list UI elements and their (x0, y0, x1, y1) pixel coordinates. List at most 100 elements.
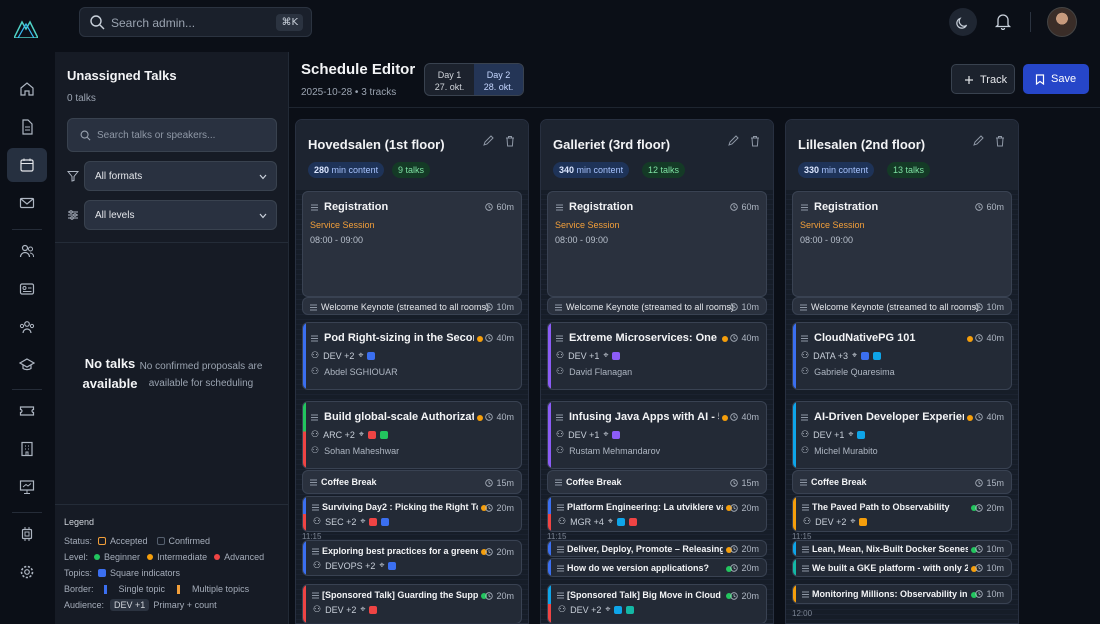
nav-schedule[interactable] (7, 148, 47, 182)
add-track-button[interactable]: Track (951, 64, 1015, 94)
keynote-card[interactable]: Welcome Keynote (streamed to all rooms) … (792, 297, 1012, 315)
talk-card[interactable]: Extreme Microservices: One Service per F… (547, 322, 767, 390)
nav-settings[interactable] (7, 555, 47, 589)
legend-intermediate: Intermediate (157, 552, 208, 562)
drag-handle-icon[interactable] (557, 592, 564, 599)
talk-card[interactable]: Surviving Day2 : Picking the Right Tools… (302, 496, 522, 532)
talk-card[interactable]: Infusing Java Apps with AI - 5 Steps 40m… (547, 401, 767, 469)
trash-icon[interactable] (504, 135, 516, 147)
drag-handle-icon[interactable] (556, 335, 563, 342)
talk-card[interactable]: Monitoring Millions: Observability in Ku… (792, 584, 1012, 604)
bell-icon[interactable] (994, 12, 1012, 30)
admin-search[interactable]: Search admin... ⌘K (79, 7, 312, 37)
talk-card[interactable]: CloudNativePG 101 40m ⚇ DATA +3 ⌖ ⚇ Gabriel… (792, 322, 1012, 390)
keynote-card[interactable]: Welcome Keynote (streamed to all rooms) … (302, 297, 522, 315)
track-column: Lillesalen (2nd floor) 330 min content 1… (785, 119, 1019, 624)
nav-integrations[interactable] (7, 517, 47, 551)
talk-card[interactable]: We built a GKE platform - with only 2 10… (792, 558, 1012, 577)
nav-profiles[interactable] (7, 272, 47, 306)
edit-icon[interactable] (972, 135, 984, 147)
drag-handle-icon[interactable] (556, 414, 563, 421)
nav-documents[interactable] (7, 110, 47, 144)
drag-handle-icon[interactable] (310, 304, 317, 311)
talk-title: [Sponsored Talk] Guarding the Supply Cha… (322, 590, 478, 600)
nav-speakers[interactable] (7, 234, 47, 268)
drag-handle-icon[interactable] (311, 414, 318, 421)
theme-toggle-button[interactable] (949, 8, 977, 36)
content-minutes-badge: 340 min content (553, 162, 630, 178)
topic-stripe (303, 323, 306, 389)
drag-handle-icon[interactable] (801, 204, 808, 211)
talk-card[interactable]: The Paved Path to Observability 20m ⚇ DEV… (792, 496, 1012, 532)
drag-handle-icon[interactable] (312, 592, 319, 599)
drag-handle-icon[interactable] (310, 479, 317, 486)
drag-handle-icon[interactable] (802, 565, 809, 572)
format-filter-select[interactable]: All formats (84, 161, 277, 191)
keynote-card[interactable]: Welcome Keynote (streamed to all rooms) … (547, 297, 767, 315)
drag-handle-icon[interactable] (311, 335, 318, 342)
talk-card[interactable]: Build global-scale Authorization 40m ⚇AR… (302, 401, 522, 469)
talk-card[interactable]: Pod Right-sizing in the Second Era of Ku… (302, 322, 522, 390)
drag-handle-icon[interactable] (802, 591, 809, 598)
trash-icon[interactable] (749, 135, 761, 147)
document-icon (22, 119, 33, 135)
page-title: Schedule Editor (301, 61, 416, 78)
talk-card[interactable]: Exploring best practices for a greener c… (302, 540, 522, 576)
talk-duration: 20m (741, 503, 759, 513)
service-session-card[interactable]: Registration 60m Service Session 08:00 -… (792, 191, 1012, 297)
talk-duration: 40m (986, 333, 1004, 343)
service-session-card[interactable]: Registration 60m Service Session 08:00 -… (547, 191, 767, 297)
nav-mail[interactable] (7, 186, 47, 220)
talk-card[interactable]: Platform Engineering: La utviklere være … (547, 496, 767, 532)
drag-handle-icon[interactable] (801, 414, 808, 421)
drag-handle-icon[interactable] (312, 548, 319, 555)
drag-handle-icon[interactable] (555, 479, 562, 486)
drag-handle-icon[interactable] (557, 565, 564, 572)
talk-card[interactable]: AI-Driven Developer Experience 40m ⚇DEV … (792, 401, 1012, 469)
clock-icon (730, 203, 739, 211)
nav-presentations[interactable] (7, 470, 47, 504)
save-button[interactable]: Save (1023, 64, 1089, 94)
talk-card[interactable]: Deliver, Deploy, Promote – Releasing 20m (547, 540, 767, 557)
talk-card[interactable]: How do we version applications? 20m (547, 558, 767, 577)
drag-handle-icon[interactable] (802, 546, 809, 553)
drag-handle-icon[interactable] (557, 546, 564, 553)
talk-search-placeholder: Search talks or speakers... (97, 130, 216, 141)
talk-card[interactable]: [Sponsored Talk] Big Move in Cloud & AI … (547, 584, 767, 623)
nav-education[interactable] (7, 348, 47, 382)
drag-handle-icon[interactable] (800, 479, 807, 486)
audience-icon: ⚇ (311, 429, 320, 439)
legend-topics-row: Topics: Square indicators (64, 565, 279, 581)
drag-handle-icon[interactable] (555, 304, 562, 311)
day-1-tab[interactable]: Day 1 27. okt. (425, 64, 474, 95)
nav-venues[interactable] (7, 432, 47, 466)
app-logo-icon[interactable] (14, 20, 38, 38)
drag-handle-icon[interactable] (801, 335, 808, 342)
break-card[interactable]: Coffee Break 15m (302, 470, 522, 494)
nav-groups[interactable] (7, 310, 47, 344)
day-2-tab[interactable]: Day 2 28. okt. (474, 64, 523, 95)
edit-icon[interactable] (727, 135, 739, 147)
drag-handle-icon[interactable] (311, 204, 318, 211)
nav-tickets[interactable] (7, 394, 47, 428)
topic-square (388, 561, 397, 570)
drag-handle-icon[interactable] (556, 204, 563, 211)
drag-handle-icon[interactable] (557, 504, 564, 511)
topic-square (612, 351, 621, 360)
drag-handle-icon[interactable] (802, 504, 809, 511)
trash-icon[interactable] (994, 135, 1006, 147)
speaker-name: Michel Murabito (814, 445, 878, 456)
drag-handle-icon[interactable] (312, 504, 319, 511)
nav-home[interactable] (7, 72, 47, 106)
drag-handle-icon[interactable] (800, 304, 807, 311)
gear-icon (20, 565, 34, 579)
break-card[interactable]: Coffee Break 15m (547, 470, 767, 494)
user-avatar[interactable] (1047, 7, 1077, 37)
level-filter-select[interactable]: All levels (84, 200, 277, 230)
talk-card[interactable]: Lean, Mean, Nix-Built Docker Scenes 10m (792, 540, 1012, 557)
talk-card[interactable]: [Sponsored Talk] Guarding the Supply Cha… (302, 584, 522, 623)
break-card[interactable]: Coffee Break 15m (792, 470, 1012, 494)
talk-search-input[interactable]: Search talks or speakers... (67, 118, 277, 152)
service-session-card[interactable]: Registration 60m Service Session 08:00 -… (302, 191, 522, 297)
edit-icon[interactable] (482, 135, 494, 147)
